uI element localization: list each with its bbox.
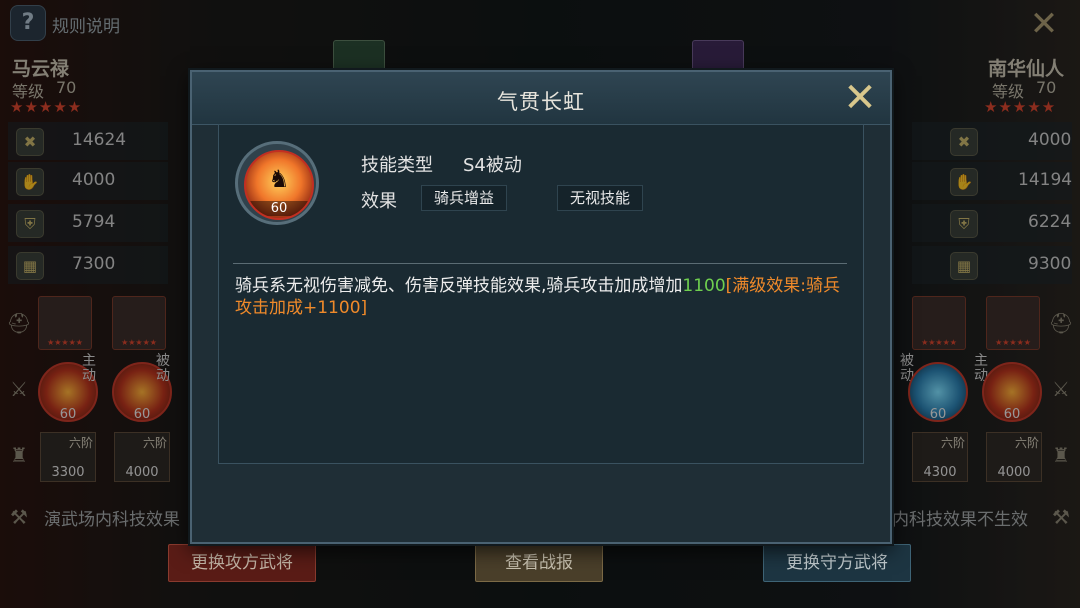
close-icon[interactable]: ✕ (840, 78, 880, 118)
horse-rider-icon: ♞ (268, 165, 290, 193)
desc-main: 骑兵系无视伤害减免、伤害反弹技能效果,骑兵攻击加成增加 (235, 276, 683, 296)
view-report-button[interactable]: 查看战报 (475, 544, 603, 582)
skill-icon-frame: ♞ 60 (235, 141, 319, 225)
skill-type-value: S4被动 (463, 155, 522, 176)
change-defender-button[interactable]: 更换守方武将 (763, 544, 911, 582)
divider (233, 263, 847, 264)
dialog-title: 气贯长虹 (497, 90, 585, 114)
skill-type-label: 技能类型 (361, 155, 433, 176)
effect-tag: 骑兵增益 (421, 185, 508, 211)
desc-value: 1100 (682, 276, 726, 296)
effect-label: 效果 (361, 191, 397, 212)
cavalry-skill-icon: ♞ 60 (244, 150, 314, 220)
skill-level: 60 (246, 201, 312, 216)
skill-detail-dialog: 气贯长虹 ✕ ♞ 60 技能类型 S4被动 效果 骑兵增益 无视技能 骑兵系无视… (190, 70, 892, 544)
change-attacker-button[interactable]: 更换攻方武将 (168, 544, 316, 582)
effect-tag: 无视技能 (557, 185, 644, 211)
skill-description: 骑兵系无视伤害减免、伤害反弹技能效果,骑兵攻击加成增加1100[满级效果:骑兵攻… (235, 275, 845, 319)
dialog-body: ♞ 60 技能类型 S4被动 效果 骑兵增益 无视技能 骑兵系无视伤害减免、伤害… (218, 124, 864, 464)
dialog-header: 气贯长虹 ✕ (192, 72, 890, 125)
